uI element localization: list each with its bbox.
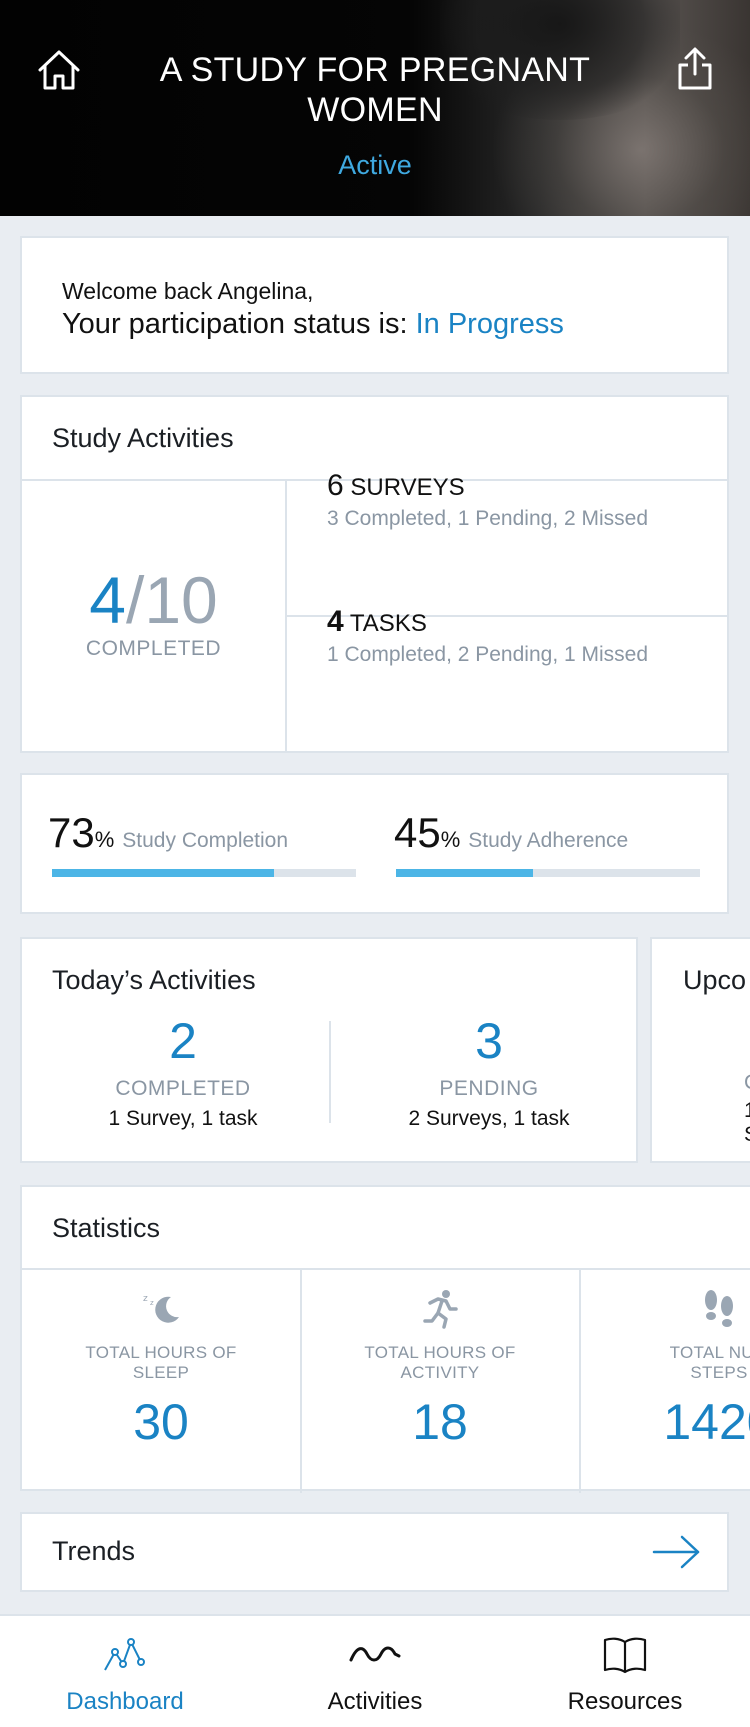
stat-activity-label-line2: ACTIVITY xyxy=(400,1363,480,1382)
surveys-label: SURVEYS xyxy=(350,474,465,501)
arrow-right-icon xyxy=(652,1535,700,1569)
stat-activity-label: TOTAL HOURS OF ACTIVITY xyxy=(301,1343,579,1383)
trends-arrow-button[interactable] xyxy=(652,1534,702,1570)
todays-completed-label: COMPLETED xyxy=(115,1077,251,1100)
study-progress-card: 73% Study Completion 45% Study Adherence xyxy=(20,773,729,914)
upcoming-detail: 1 S xyxy=(744,1099,750,1146)
study-title: A STUDY FOR PREGNANT WOMEN xyxy=(159,51,591,129)
upcoming-activities-title: Upco xyxy=(683,965,747,995)
stat-sleep: z z z TOTAL HOURS OF SLEEP 30 xyxy=(22,1287,300,1449)
tasks-label: TASKS xyxy=(349,610,427,637)
study-completion-label: Study Completion xyxy=(122,829,289,852)
svg-text:z: z xyxy=(150,1299,154,1307)
svg-text:z: z xyxy=(143,1294,148,1304)
surveys-summary[interactable]: 6 SURVEYS xyxy=(327,469,465,503)
home-button[interactable] xyxy=(36,48,82,92)
statistics-card: Statistics z z z TOTAL HOURS OF SLEEP 30 xyxy=(20,1185,750,1493)
footsteps-icon xyxy=(705,1290,733,1327)
todays-completed-count: 2 xyxy=(169,1013,197,1069)
tab-resources-label: Resources xyxy=(567,1688,683,1715)
tasks-detail: 1 Completed, 2 Pending, 1 Missed xyxy=(327,643,649,666)
stat-steps: TOTAL NUM STEPS 1420 xyxy=(580,1287,750,1449)
tab-activities-label: Activities xyxy=(327,1688,423,1715)
tab-dashboard-label: Dashboard xyxy=(66,1688,184,1715)
trends-title: Trends xyxy=(52,1536,136,1566)
stat-sleep-label-line1: TOTAL HOURS OF xyxy=(85,1343,237,1362)
activities-total-count: /10 xyxy=(125,563,218,637)
study-adherence-bar xyxy=(396,869,700,877)
tab-activities[interactable]: Activities xyxy=(250,1616,500,1727)
tab-resources[interactable]: Resources xyxy=(500,1616,750,1727)
upcoming-activities-card[interactable]: Upco C 1 S xyxy=(650,937,750,1163)
stat-steps-label: TOTAL NUM STEPS xyxy=(580,1343,750,1383)
study-status-label: Active xyxy=(338,150,412,180)
todays-pending-detail: 2 Surveys, 1 task xyxy=(408,1107,570,1130)
participation-status-value: In Progress xyxy=(415,308,564,340)
todays-completed-detail: 1 Survey, 1 task xyxy=(108,1107,258,1130)
activities-completed-fraction: 4/10 xyxy=(22,567,285,633)
book-icon xyxy=(603,1637,647,1674)
home-icon xyxy=(38,50,80,90)
tasks-summary[interactable]: 4 TASKS xyxy=(327,605,427,639)
activities-completed-count: 4 xyxy=(89,563,126,637)
sleep-moon-icon: z z z xyxy=(143,1294,179,1323)
surveys-count: 6 xyxy=(327,469,344,502)
study-adherence-value: 45 xyxy=(394,809,441,856)
divider xyxy=(329,1021,331,1123)
todays-pending-count: 3 xyxy=(475,1013,503,1069)
study-completion-bar-fill xyxy=(52,869,274,877)
tasks-count: 4 xyxy=(327,605,344,638)
todays-activities-title: Today’s Activities xyxy=(52,965,256,995)
stat-activity: TOTAL HOURS OF ACTIVITY 18 xyxy=(301,1287,579,1449)
activities-wave-icon xyxy=(349,1646,401,1662)
stat-sleep-label: TOTAL HOURS OF SLEEP xyxy=(22,1343,300,1383)
activities-completed-label: COMPLETED xyxy=(85,637,222,660)
todays-pending-label: PENDING xyxy=(439,1077,539,1100)
surveys-detail: 3 Completed, 1 Pending, 2 Missed xyxy=(327,507,649,530)
stat-sleep-value: 30 xyxy=(133,1394,189,1450)
stat-sleep-label-line2: SLEEP xyxy=(132,1363,190,1382)
study-completion-unit: % xyxy=(94,827,115,852)
study-adherence-unit: % xyxy=(440,827,461,852)
trends-row[interactable]: Trends xyxy=(20,1512,729,1592)
study-adherence-bar-fill xyxy=(396,869,533,877)
bottom-tab-bar: Dashboard Activities Resources xyxy=(0,1614,750,1727)
divider xyxy=(22,1268,750,1270)
tab-dashboard[interactable]: Dashboard xyxy=(0,1616,250,1727)
share-icon xyxy=(678,47,712,90)
svg-text:z: z xyxy=(156,1304,159,1311)
study-activities-title: Study Activities xyxy=(52,423,234,453)
todays-activities-card[interactable]: Today’s Activities 2 COMPLETED 1 Survey,… xyxy=(20,937,638,1163)
welcome-greeting: Welcome back Angelina, xyxy=(62,278,314,304)
statistics-title: Statistics xyxy=(52,1213,161,1243)
study-completion-bar xyxy=(52,869,356,877)
stat-activity-label-line1: TOTAL HOURS OF xyxy=(364,1343,516,1362)
study-adherence-label: Study Adherence xyxy=(468,829,629,852)
todays-completed: 2 COMPLETED 1 Survey, 1 task xyxy=(38,1011,328,1131)
study-adherence-metric: 45% Study Adherence xyxy=(394,809,628,857)
todays-pending: 3 PENDING 2 Surveys, 1 task xyxy=(344,1011,634,1131)
upcoming-label: C xyxy=(744,1071,750,1095)
stat-steps-label-line2: STEPS xyxy=(690,1363,748,1382)
running-icon xyxy=(423,1290,458,1329)
stat-steps-value: 1420 xyxy=(663,1394,750,1450)
welcome-card: Welcome back Angelina, Your participatio… xyxy=(20,236,729,374)
study-completion-metric: 73% Study Completion xyxy=(48,809,288,857)
study-header: A STUDY FOR PREGNANT WOMEN Active xyxy=(0,0,750,216)
study-completion-value: 73 xyxy=(48,809,95,856)
stat-activity-value: 18 xyxy=(412,1394,468,1450)
participation-status-prefix: Your participation status is: xyxy=(62,308,416,340)
participation-status: Your participation status is: In Progres… xyxy=(62,308,564,341)
stat-steps-label-line1: TOTAL NUM xyxy=(669,1343,750,1362)
study-activities-card[interactable]: Study Activities 4/10 COMPLETED 6 SURVEY… xyxy=(20,395,729,753)
dashboard-graph-icon xyxy=(104,1638,145,1671)
share-button[interactable] xyxy=(676,46,714,92)
